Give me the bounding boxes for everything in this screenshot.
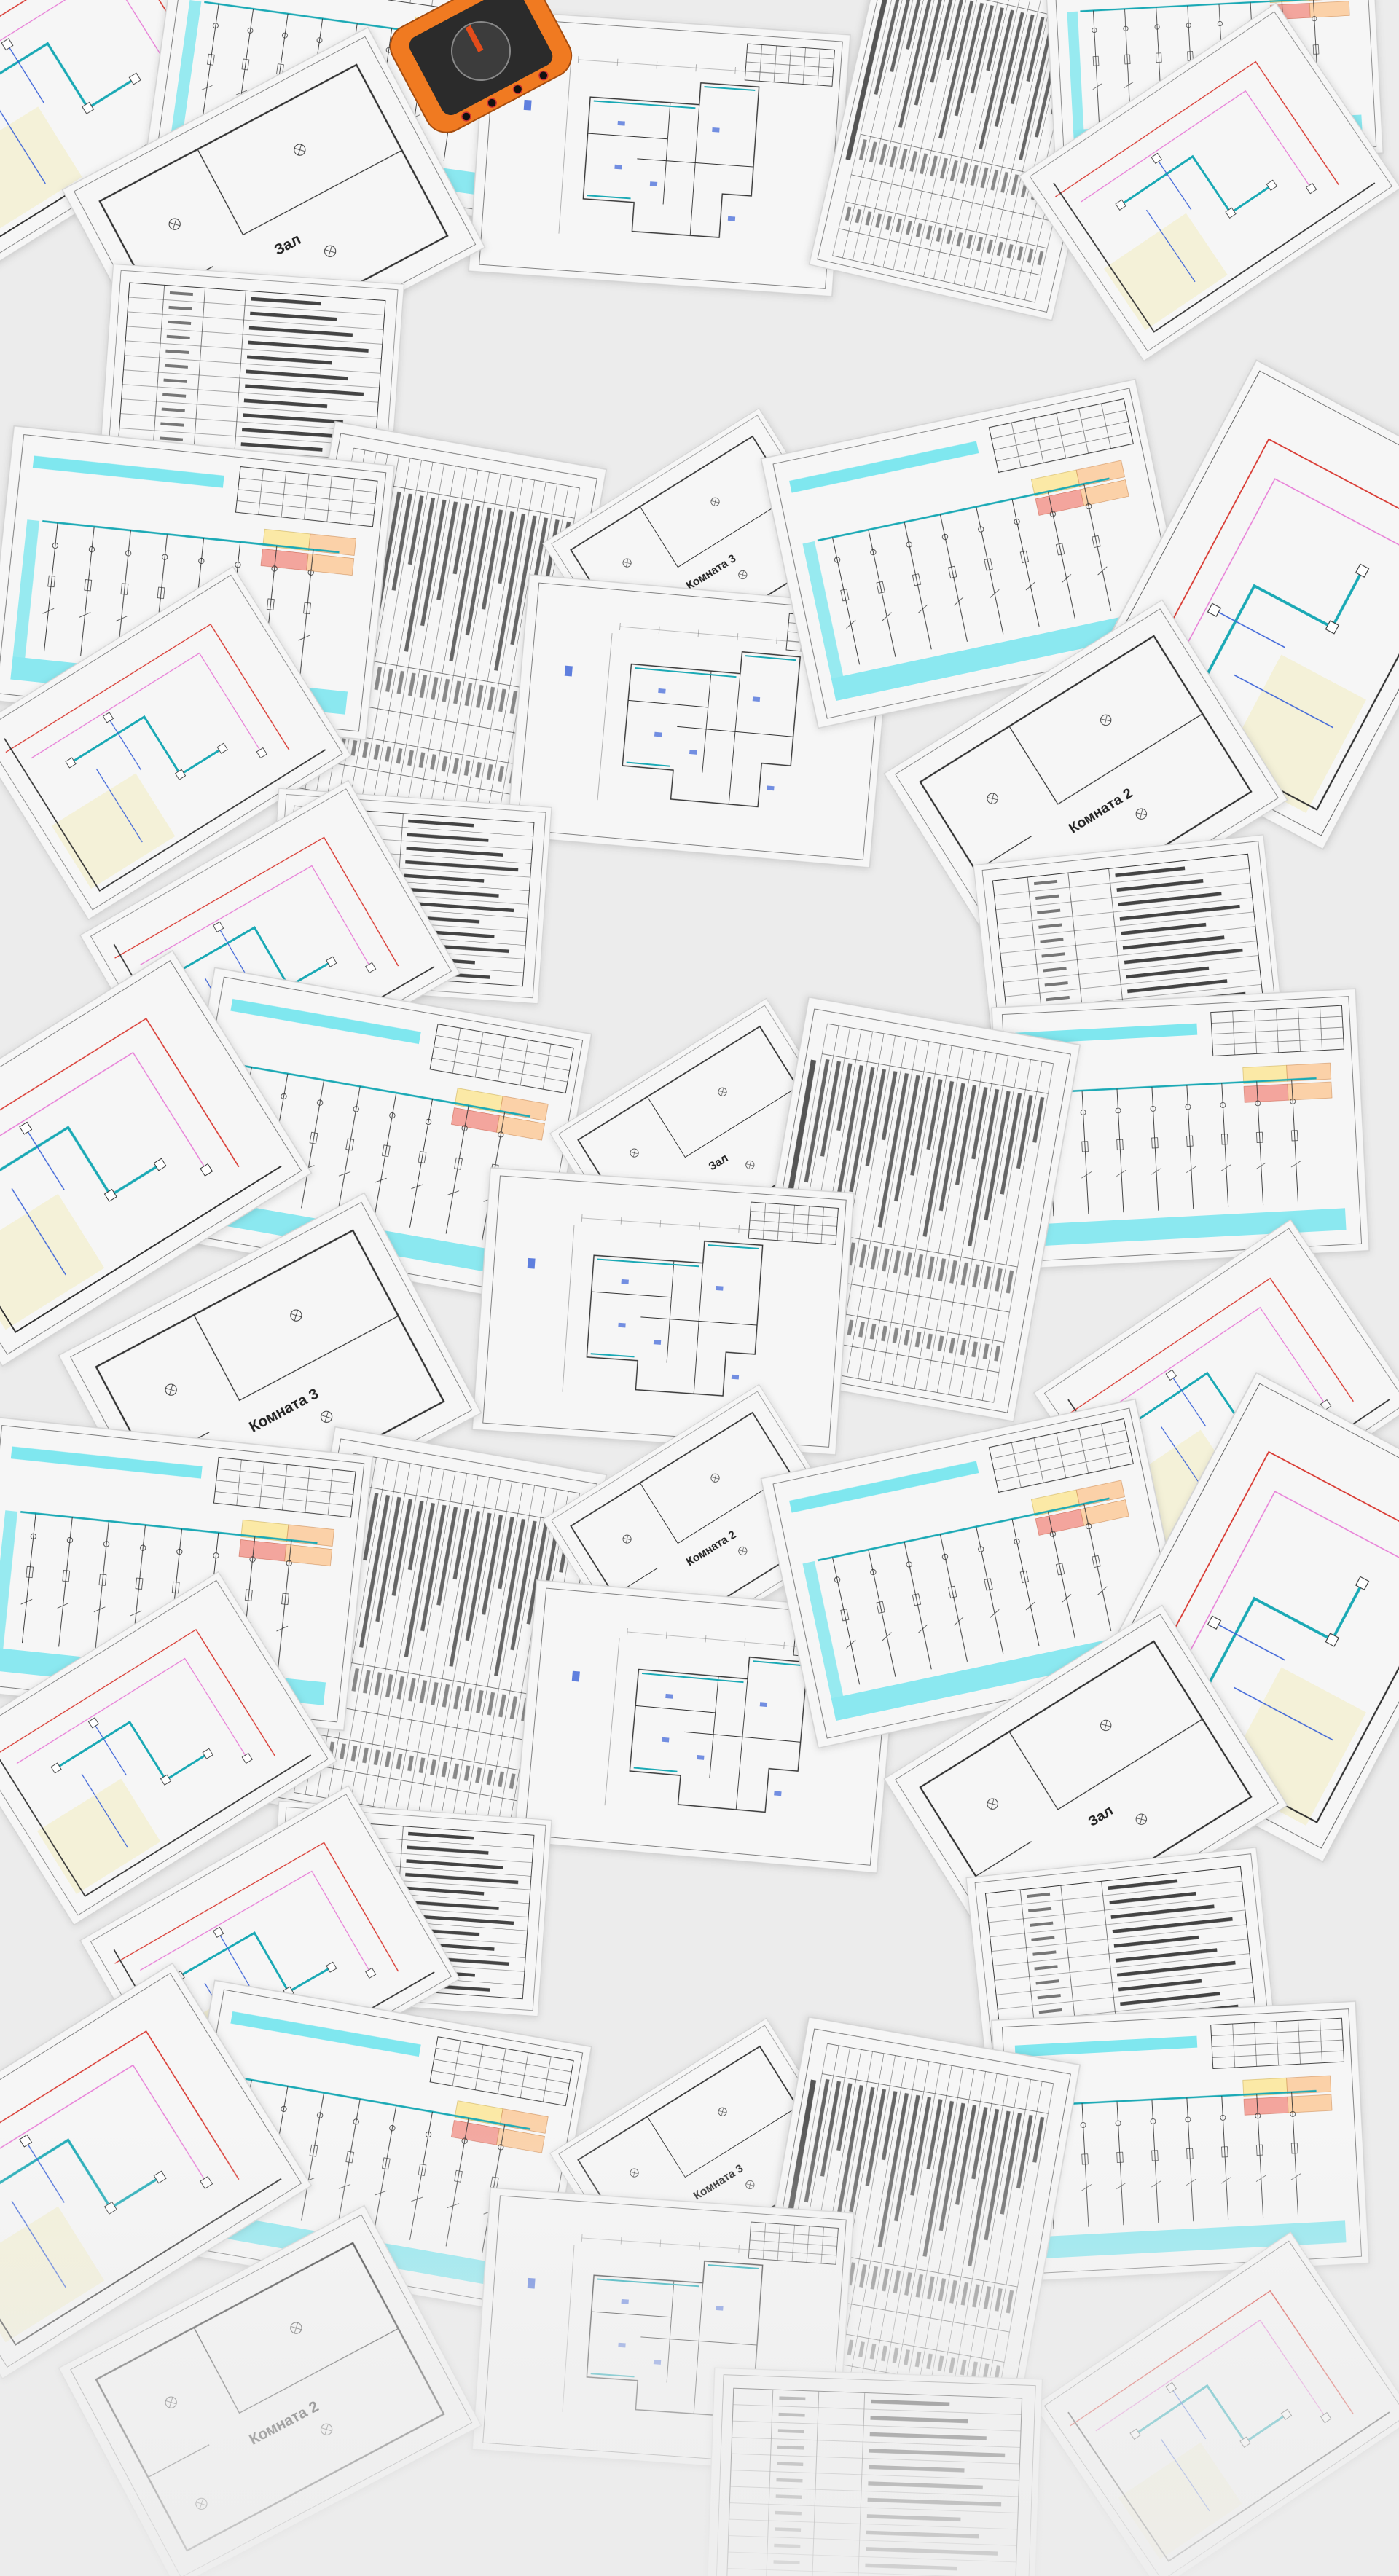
routing-plan-sheet: [1032, 2231, 1399, 2576]
drawings-collage: Зал Комната 3 Комната 2 Зал Комната 3 Комната…: [0, 0, 1399, 2576]
paper: [471, 1167, 855, 1456]
paper: [1032, 2231, 1399, 2576]
floor-plan-sheet: [471, 1167, 855, 1456]
stamp-table-sheet: [705, 2367, 1043, 2576]
